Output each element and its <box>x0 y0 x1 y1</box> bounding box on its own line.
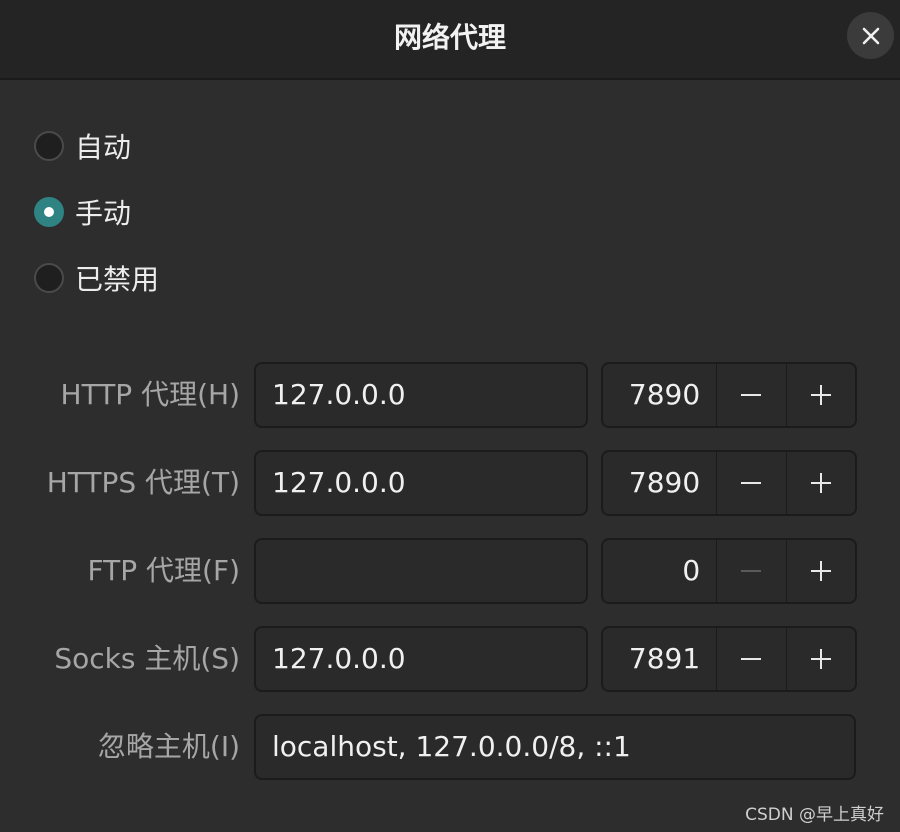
https-port-spinner: 7890 <box>601 450 857 516</box>
socks-port-spinner: 7891 <box>601 626 857 692</box>
ftp-port-decrement-button <box>717 540 787 602</box>
https-port-increment-button[interactable] <box>787 452 855 514</box>
radio-circle-checked[interactable] <box>34 197 64 227</box>
https-port-decrement-button[interactable] <box>717 452 787 514</box>
socks-port-decrement-button[interactable] <box>717 628 787 690</box>
ftp-port-input[interactable]: 0 <box>603 540 718 602</box>
radio-circle[interactable] <box>34 131 64 161</box>
http-port-increment-button[interactable] <box>787 364 855 426</box>
https-host-input[interactable]: 127.0.0.0 <box>254 450 588 516</box>
minus-icon <box>741 658 762 660</box>
plus-icon <box>810 473 831 493</box>
close-button[interactable] <box>847 12 894 59</box>
radio-automatic[interactable]: 自动 <box>34 126 131 166</box>
socks-host-input[interactable]: 127.0.0.0 <box>254 626 588 692</box>
socks-host-label: Socks 主机(S) <box>54 642 240 675</box>
socks-port-increment-button[interactable] <box>787 628 855 690</box>
radio-label: 手动 <box>75 197 132 230</box>
network-proxy-dialog: 网络代理 自动 手动 已禁用 HTTP 代理(H) 127.0.0.0 7890… <box>0 0 900 832</box>
http-host-input[interactable]: 127.0.0.0 <box>254 362 588 428</box>
ignore-hosts-label: 忽略主机(I) <box>97 730 240 763</box>
http-proxy-label: HTTP 代理(H) <box>60 378 240 411</box>
dialog-title: 网络代理 <box>393 21 506 54</box>
close-icon <box>862 27 879 44</box>
ignore-hosts-input[interactable]: localhost, 127.0.0.0/8, ::1 <box>254 714 856 780</box>
minus-icon <box>741 482 762 484</box>
ftp-port-increment-button[interactable] <box>787 540 855 602</box>
minus-icon <box>741 394 762 396</box>
https-port-input[interactable]: 7890 <box>603 452 718 514</box>
socks-port-input[interactable]: 7891 <box>603 628 718 690</box>
radio-manual[interactable]: 手动 <box>34 192 131 232</box>
radio-label: 已禁用 <box>75 263 160 296</box>
http-port-spinner: 7890 <box>601 362 857 428</box>
titlebar: 网络代理 <box>0 0 900 80</box>
radio-circle[interactable] <box>34 263 64 293</box>
ftp-port-spinner: 0 <box>601 538 857 604</box>
ftp-host-input[interactable] <box>254 538 588 604</box>
http-port-input[interactable]: 7890 <box>603 364 718 426</box>
https-proxy-label: HTTPS 代理(T) <box>46 466 240 499</box>
plus-icon <box>810 649 831 669</box>
watermark: CSDN @早上真好 <box>745 805 884 825</box>
http-port-decrement-button[interactable] <box>717 364 787 426</box>
radio-label: 自动 <box>75 131 132 164</box>
radio-disabled[interactable]: 已禁用 <box>34 258 159 298</box>
minus-icon <box>741 570 762 572</box>
plus-icon <box>810 385 831 405</box>
ftp-proxy-label: FTP 代理(F) <box>87 554 240 587</box>
plus-icon <box>810 561 831 581</box>
